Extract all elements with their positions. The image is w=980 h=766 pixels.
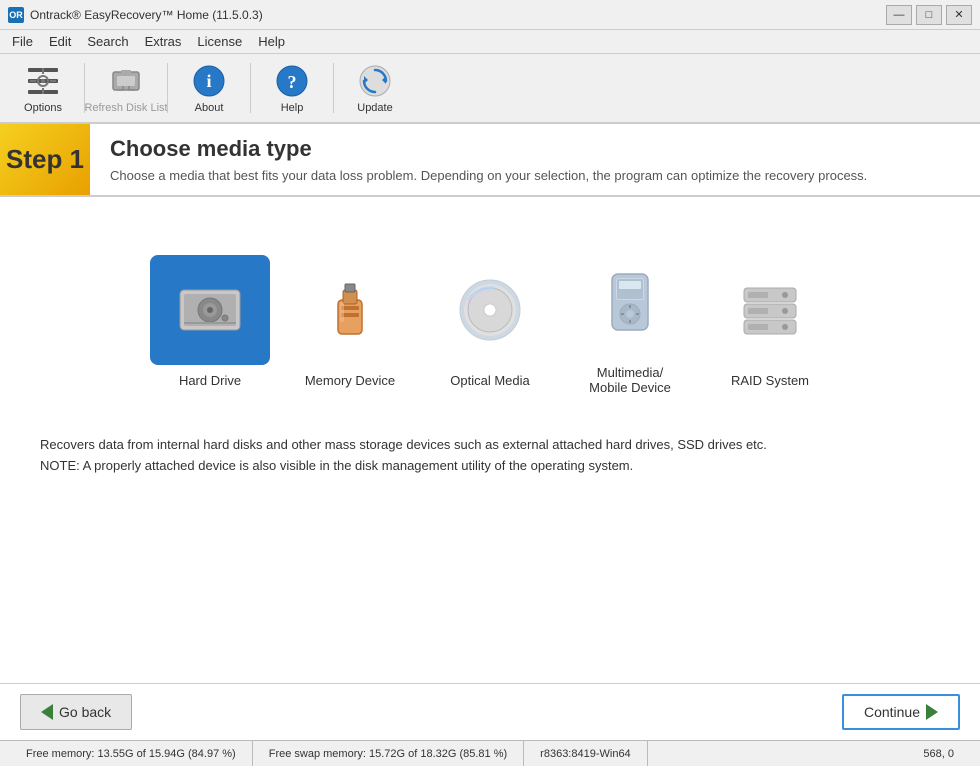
titlebar-controls: — □ ✕ xyxy=(886,5,972,25)
footer-buttons: Go back Continue xyxy=(0,683,980,740)
optical-media-icon-wrap xyxy=(430,255,550,365)
multimedia-mobile-label: Multimedia/Mobile Device xyxy=(589,365,671,395)
status-memory: Free memory: 13.55G of 15.94G (84.97 %) xyxy=(10,741,253,766)
go-back-button[interactable]: Go back xyxy=(20,694,132,730)
hard-drive-icon-wrap xyxy=(150,255,270,365)
refresh-icon xyxy=(106,62,146,100)
help-label: Help xyxy=(281,102,304,114)
go-back-label: Go back xyxy=(59,704,111,720)
update-button[interactable]: Update xyxy=(340,57,410,119)
media-item-hard-drive[interactable]: Hard Drive xyxy=(150,255,270,388)
continue-arrow-icon xyxy=(926,704,938,720)
desc-line1: Recovers data from internal hard disks a… xyxy=(40,435,940,456)
status-swap: Free swap memory: 15.72G of 18.32G (85.8… xyxy=(253,741,524,766)
minimize-button[interactable]: — xyxy=(886,5,912,25)
help-button[interactable]: ? Help xyxy=(257,57,327,119)
desc-line2: NOTE: A properly attached device is also… xyxy=(40,456,940,477)
main-content: Hard Drive Memory Device xyxy=(0,197,980,683)
toolbar-sep-2 xyxy=(167,63,168,113)
media-item-memory-device[interactable]: Memory Device xyxy=(290,255,410,388)
svg-text:i: i xyxy=(206,71,211,91)
about-button[interactable]: i About xyxy=(174,57,244,119)
optical-media-icon xyxy=(450,270,530,350)
refresh-label: Refresh Disk List xyxy=(84,102,167,114)
step-number: Step 1 xyxy=(0,124,90,195)
media-type-grid: Hard Drive Memory Device xyxy=(20,247,960,395)
toolbar: Options Refresh Disk List i About xyxy=(0,54,980,124)
menubar: File Edit Search Extras License Help xyxy=(0,30,980,54)
svg-text:?: ? xyxy=(288,72,297,92)
titlebar: OR Ontrack® EasyRecovery™ Home (11.5.0.3… xyxy=(0,0,980,30)
statusbar: Free memory: 13.55G of 15.94G (84.97 %) … xyxy=(0,740,980,766)
update-label: Update xyxy=(357,102,392,114)
memory-device-icon-wrap xyxy=(290,255,410,365)
step-description: Choose a media that best fits your data … xyxy=(110,168,867,183)
memory-device-icon xyxy=(310,270,390,350)
media-item-optical-media[interactable]: Optical Media xyxy=(430,255,550,388)
media-description: Recovers data from internal hard disks a… xyxy=(20,425,960,487)
status-coords: 568, 0 xyxy=(907,741,970,766)
about-icon: i xyxy=(189,62,229,100)
options-button[interactable]: Options xyxy=(8,57,78,119)
window-title: Ontrack® EasyRecovery™ Home (11.5.0.3) xyxy=(30,8,263,22)
hard-drive-label: Hard Drive xyxy=(179,373,241,388)
about-label: About xyxy=(195,102,224,114)
app-icon: OR xyxy=(8,7,24,23)
continue-label: Continue xyxy=(864,704,920,720)
memory-device-label: Memory Device xyxy=(305,373,395,388)
raid-system-label: RAID System xyxy=(731,373,809,388)
menu-file[interactable]: File xyxy=(4,32,41,51)
media-item-multimedia-mobile[interactable]: Multimedia/Mobile Device xyxy=(570,247,690,395)
step-title: Choose media type xyxy=(110,136,867,162)
continue-button[interactable]: Continue xyxy=(842,694,960,730)
update-icon xyxy=(355,62,395,100)
media-item-raid-system[interactable]: RAID System xyxy=(710,255,830,388)
maximize-button[interactable]: □ xyxy=(916,5,942,25)
toolbar-sep-3 xyxy=(250,63,251,113)
optical-media-label: Optical Media xyxy=(450,373,529,388)
close-button[interactable]: ✕ xyxy=(946,5,972,25)
status-build: r8363:8419-Win64 xyxy=(524,741,648,766)
hard-drive-icon xyxy=(170,270,250,350)
menu-license[interactable]: License xyxy=(189,32,250,51)
options-icon xyxy=(23,62,63,100)
toolbar-sep-4 xyxy=(333,63,334,113)
multimedia-mobile-icon-wrap xyxy=(570,247,690,357)
step-content: Choose media type Choose a media that be… xyxy=(90,124,887,195)
raid-system-icon-wrap xyxy=(710,255,830,365)
raid-system-icon xyxy=(730,270,810,350)
help-icon: ? xyxy=(272,62,312,100)
titlebar-left: OR Ontrack® EasyRecovery™ Home (11.5.0.3… xyxy=(8,7,263,23)
options-label: Options xyxy=(24,102,62,114)
multimedia-mobile-icon xyxy=(590,262,670,342)
step-header: Step 1 Choose media type Choose a media … xyxy=(0,124,980,197)
refresh-button[interactable]: Refresh Disk List xyxy=(91,57,161,119)
menu-help[interactable]: Help xyxy=(250,32,293,51)
back-arrow-icon xyxy=(41,704,53,720)
menu-extras[interactable]: Extras xyxy=(137,32,190,51)
menu-edit[interactable]: Edit xyxy=(41,32,79,51)
menu-search[interactable]: Search xyxy=(79,32,136,51)
